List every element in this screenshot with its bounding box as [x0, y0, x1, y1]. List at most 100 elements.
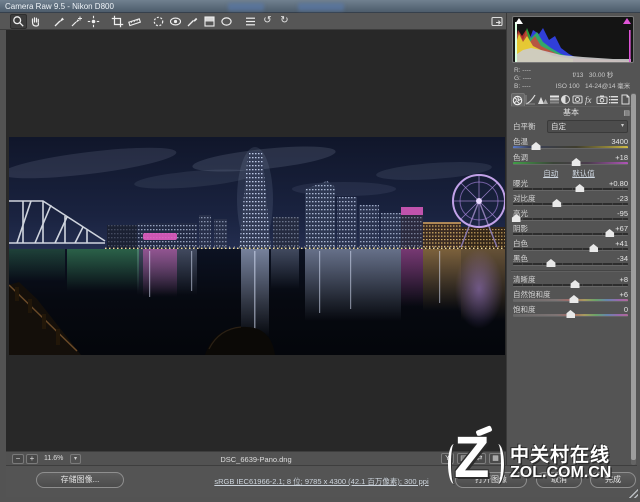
- panel-header-title: 基本: [563, 108, 579, 117]
- rgb-b-value: B: ----: [514, 83, 531, 90]
- slider-value: +18: [615, 153, 628, 162]
- slider-value: +6: [619, 290, 628, 299]
- slider-label: 饱和度: [513, 305, 536, 314]
- zol-watermark: Z 中关村在线 ZOL.COM.CN: [446, 425, 640, 498]
- tab-effects[interactable]: fx: [584, 93, 596, 106]
- chevron-down-icon: ▾: [620, 123, 624, 129]
- targeted-adjustment-icon[interactable]: [85, 14, 102, 29]
- whites-slider[interactable]: [513, 244, 628, 252]
- zoom-tool-icon[interactable]: [10, 13, 27, 29]
- watermark-site-url: ZOL.COM.CN: [510, 464, 612, 481]
- default-link[interactable]: 默认值: [572, 169, 595, 178]
- temperature-slider[interactable]: [513, 142, 628, 150]
- slider-row-blacks: 黑色 -34: [513, 254, 628, 263]
- slider-row-temperature: 色温 3400: [513, 137, 628, 146]
- adjustment-brush-icon[interactable]: [184, 14, 201, 29]
- rgb-r-value: R: ----: [514, 67, 531, 74]
- rotate-right-icon[interactable]: ↻: [276, 14, 293, 29]
- slider-label: 清晰度: [513, 275, 536, 284]
- slider-row-whites: 白色 +41: [513, 239, 628, 248]
- white-balance-label: 白平衡: [513, 122, 536, 131]
- preferences-icon[interactable]: [242, 14, 259, 29]
- slider-value: -95: [617, 209, 628, 218]
- camera-raw-window: Camera Raw 9.5 - Nikon D800 ↺ ↻ − + 11.6…: [0, 0, 640, 502]
- blurred-region: [228, 3, 264, 11]
- white-balance-row: 白平衡 自定 ▾: [513, 120, 628, 133]
- vibrance-slider[interactable]: [513, 295, 628, 303]
- straighten-tool-icon[interactable]: [126, 14, 143, 29]
- contrast-slider[interactable]: [513, 199, 628, 207]
- spot-removal-icon[interactable]: [150, 14, 167, 29]
- slider-label: 色调: [513, 153, 528, 162]
- panel-divider-line: [511, 270, 631, 272]
- slider-row-contrast: 对比度 -23: [513, 194, 628, 203]
- white-balance-value: 自定: [551, 122, 566, 131]
- preview-area: [6, 30, 506, 451]
- tab-detail[interactable]: [537, 93, 549, 106]
- white-balance-eyedropper-icon[interactable]: [51, 14, 68, 29]
- photo-preview[interactable]: [9, 137, 505, 355]
- radial-filter-icon[interactable]: [218, 14, 235, 29]
- shadow-clipping-icon[interactable]: [515, 18, 523, 24]
- auto-link[interactable]: 自动: [543, 169, 558, 178]
- adjustments-panel: R: ---- G: ---- B: ---- f/13 30.00 秒 ISO…: [507, 13, 640, 465]
- red-eye-icon[interactable]: [167, 14, 184, 29]
- watermark-site-name: 中关村在线: [510, 445, 611, 466]
- tab-presets[interactable]: [608, 93, 620, 106]
- zoom-bar: − + 11.6% ▾ DSC_6639-Pano.dng Y ▤ ⇄ ▦: [6, 451, 506, 465]
- slider-value: +8: [619, 275, 628, 284]
- slider-label: 白色: [513, 239, 528, 248]
- window-title: Camera Raw 9.5 - Nikon D800: [5, 2, 114, 11]
- exif-aperture-shutter: f/13 30.00 秒: [572, 72, 614, 79]
- slider-value: -23: [617, 194, 628, 203]
- slider-label: 黑色: [513, 254, 528, 263]
- slider-label: 色温: [513, 137, 528, 146]
- svg-text:fx: fx: [585, 95, 592, 105]
- tab-snapshots[interactable]: [619, 93, 631, 106]
- slider-value: 3400: [611, 137, 628, 146]
- tab-tone-curve[interactable]: [525, 93, 537, 106]
- watermark-logo: Z: [454, 425, 490, 490]
- slider-value: +41: [615, 239, 628, 248]
- tab-lens-corrections[interactable]: [572, 93, 584, 106]
- fullscreen-toggle-icon[interactable]: [489, 15, 505, 28]
- highlights-slider[interactable]: [511, 214, 628, 222]
- tab-camera-calibration[interactable]: [596, 93, 608, 106]
- slider-value: +67: [615, 224, 628, 233]
- highlight-clipping-icon[interactable]: [623, 18, 631, 24]
- rgb-g-value: G: ----: [514, 75, 532, 82]
- blacks-slider[interactable]: [513, 259, 628, 267]
- slider-value: -34: [617, 254, 628, 263]
- slider-row-exposure: 曝光 +0.80: [513, 179, 628, 188]
- rotate-left-icon[interactable]: ↺: [259, 14, 276, 29]
- tint-slider[interactable]: [513, 158, 628, 166]
- filename-label: DSC_6639-Pano.dng: [220, 455, 292, 464]
- slider-label: 对比度: [513, 194, 536, 203]
- graduated-filter-icon[interactable]: [201, 14, 218, 29]
- panel-scrollbar[interactable]: [631, 93, 636, 465]
- slider-label: 阴影: [513, 224, 528, 233]
- histogram: [512, 16, 634, 63]
- panel-menu-icon[interactable]: ▤: [623, 108, 630, 120]
- title-bar[interactable]: Camera Raw 9.5 - Nikon D800: [0, 0, 640, 13]
- exposure-slider[interactable]: [513, 184, 628, 192]
- exif-iso-lens: ISO 100 14-24@14 毫米: [555, 83, 631, 90]
- shadows-slider[interactable]: [513, 229, 628, 237]
- image-info: R: ---- G: ---- B: ---- f/13 30.00 秒 ISO…: [507, 67, 640, 93]
- color-sampler-icon[interactable]: [68, 14, 85, 29]
- auto-default-links: 自动 默认值: [507, 168, 631, 178]
- hand-tool-icon[interactable]: [27, 14, 44, 29]
- slider-row-clarity: 清晰度 +8: [513, 275, 628, 284]
- saturation-slider[interactable]: [513, 310, 628, 318]
- tab-basic[interactable]: [511, 93, 525, 106]
- clarity-slider[interactable]: [513, 280, 628, 288]
- slider-label: 曝光: [513, 179, 528, 188]
- tab-hsl-grayscale[interactable]: [548, 93, 560, 106]
- tab-split-toning[interactable]: [560, 93, 572, 106]
- crop-tool-icon[interactable]: [109, 14, 126, 29]
- scrollbar-thumb[interactable]: [631, 94, 636, 460]
- slider-row-tint: 色调 +18: [513, 153, 628, 162]
- white-balance-dropdown[interactable]: 自定 ▾: [547, 120, 628, 133]
- slider-value: 0: [623, 305, 628, 314]
- slider-label: 自然饱和度: [513, 290, 551, 299]
